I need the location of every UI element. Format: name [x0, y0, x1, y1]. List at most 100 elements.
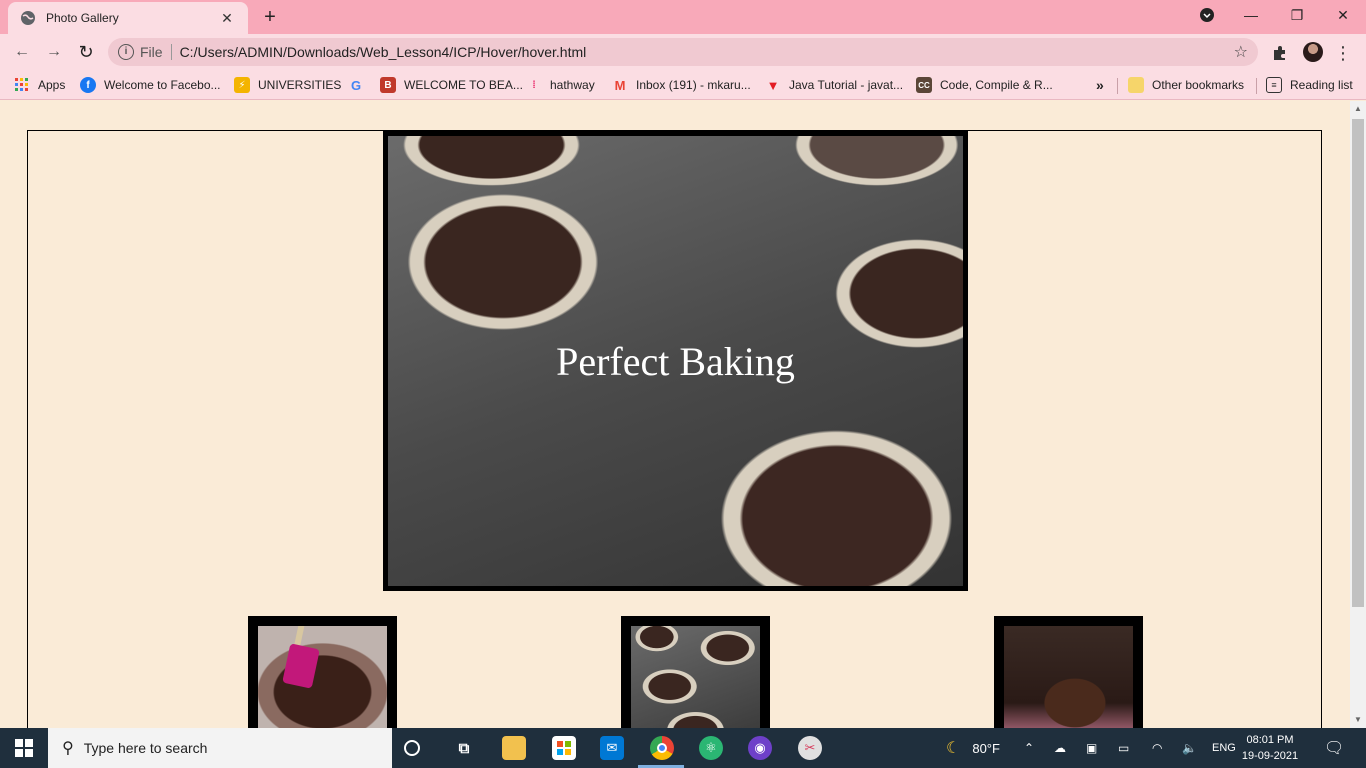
universities-icon: ⚡: [234, 77, 250, 93]
browser-title-bar: Photo Gallery ✕ + — ❐ ✕: [0, 0, 1366, 34]
bookmark-codechef[interactable]: CC Code, Compile & R...: [916, 76, 1053, 94]
bookmark-label: Inbox (191) - mkaru...: [636, 78, 751, 92]
bookmark-label: UNIVERSITIES: [258, 78, 342, 92]
forward-button[interactable]: →: [42, 40, 66, 64]
search-placeholder: Type here to search: [83, 740, 208, 756]
bookmark-label: Code, Compile & R...: [940, 78, 1053, 92]
hero-image-frame[interactable]: Perfect Baking: [383, 131, 968, 591]
moon-icon: ☾: [946, 740, 961, 757]
chevron-up-icon: ⌃: [1024, 741, 1035, 755]
taskbar-clock[interactable]: 08:01 PM 19-09-2021: [1240, 732, 1300, 764]
cortana-icon[interactable]: [404, 740, 420, 756]
thumbnail-chocolate-cupcake[interactable]: [994, 616, 1143, 728]
volume-icon[interactable]: 🔈: [1182, 728, 1197, 768]
bookmark-hathway[interactable]: ⁞ hathway: [526, 76, 595, 94]
restore-button[interactable]: ❐: [1274, 0, 1320, 30]
folder-icon: [1128, 77, 1144, 93]
bookmarks-bar: Apps f Welcome to Facebo... ⚡ UNIVERSITI…: [0, 70, 1366, 100]
address-bar[interactable]: i File C:/Users/ADMIN/Downloads/Web_Less…: [108, 38, 1258, 66]
bookmark-facebook[interactable]: f Welcome to Facebo...: [80, 76, 221, 94]
more-bookmarks-button[interactable]: »: [1096, 76, 1104, 94]
chrome-icon[interactable]: [650, 736, 674, 760]
reload-button[interactable]: ↻: [74, 40, 98, 64]
back-button[interactable]: ←: [10, 40, 34, 64]
globe-icon: [20, 10, 36, 26]
javatpoint-icon: ▼: [766, 77, 780, 93]
photo-gallery-container: Perfect Baking: [27, 130, 1322, 728]
reading-list-button[interactable]: ≡ Reading list: [1266, 76, 1353, 94]
bookmark-google[interactable]: G: [348, 76, 372, 94]
tab-photo-gallery[interactable]: Photo Gallery ✕: [8, 2, 248, 34]
site-info-icon[interactable]: i: [118, 44, 134, 60]
bookmark-label: Other bookmarks: [1152, 78, 1245, 92]
wifi-icon[interactable]: ◠: [1152, 728, 1162, 768]
windows-logo-icon: [15, 739, 33, 757]
bookmark-apps[interactable]: Apps: [14, 76, 65, 94]
facebook-icon: f: [80, 77, 96, 93]
onedrive-warning-icon[interactable]: ☁: [1054, 728, 1066, 768]
tab-title: Photo Gallery: [46, 11, 119, 25]
bookmark-universities[interactable]: ⚡ UNIVERSITIES: [234, 76, 341, 94]
show-hidden-icons-button[interactable]: ⌃: [1024, 728, 1034, 768]
page-viewport: Perfect Baking: [0, 101, 1350, 728]
thumbnail-batter-mixing[interactable]: [248, 616, 397, 728]
bookmark-bea[interactable]: B WELCOME TO BEA...: [380, 76, 523, 94]
bookmark-other-folder[interactable]: Other bookmarks: [1128, 76, 1244, 94]
new-tab-button[interactable]: +: [258, 6, 282, 28]
clock-date: 19-09-2021: [1241, 750, 1299, 762]
bookmark-gmail[interactable]: M Inbox (191) - mkaru...: [612, 76, 751, 94]
bookmark-label: WELCOME TO BEA...: [404, 78, 523, 92]
codechef-icon: CC: [916, 77, 932, 93]
mail-icon[interactable]: ✉: [600, 736, 624, 760]
scroll-down-arrow-icon[interactable]: ▼: [1350, 712, 1366, 728]
hathway-icon: ⁞: [532, 79, 536, 91]
google-icon: G: [350, 77, 362, 93]
scrollbar-thumb[interactable]: [1352, 119, 1364, 607]
reading-list-label: Reading list: [1290, 78, 1353, 92]
battery-icon[interactable]: ▭: [1118, 728, 1129, 768]
apps-grid-icon: [14, 77, 30, 93]
bookmark-javatpoint[interactable]: ▼ Java Tutorial - javat...: [765, 76, 903, 94]
spatula: [282, 643, 320, 689]
task-view-icon[interactable]: ⧉: [452, 736, 476, 760]
bookmark-label: Welcome to Facebo...: [104, 78, 221, 92]
extensions-puzzle-icon[interactable]: [1269, 42, 1291, 64]
thumbnail-cupcake-tray[interactable]: [621, 616, 770, 728]
bookmarks-divider: [1256, 78, 1257, 94]
scroll-up-arrow-icon[interactable]: ▲: [1350, 101, 1366, 117]
reading-list-icon: ≡: [1266, 77, 1282, 93]
url-scheme-label: File: [140, 44, 172, 60]
page-scrollbar[interactable]: ▲ ▼: [1350, 101, 1366, 728]
taskbar-search-box[interactable]: ⚲ Type here to search: [48, 728, 392, 768]
bookmark-star-icon[interactable]: ☆: [1234, 42, 1248, 62]
language-indicator[interactable]: ENG: [1212, 728, 1236, 768]
url-text[interactable]: C:/Users/ADMIN/Downloads/Web_Lesson4/ICP…: [180, 44, 1234, 60]
notifications-icon[interactable]: 🗨: [1324, 728, 1344, 768]
windows-taskbar: ⚲ Type here to search ⧉ ✉ ⚛ ◉ ✂ ☾ 80°F ⌃…: [0, 728, 1366, 768]
microsoft-store-icon[interactable]: [552, 736, 576, 760]
bea-icon: B: [380, 77, 396, 93]
gmail-icon: M: [614, 77, 626, 93]
tab-close-icon[interactable]: ✕: [218, 10, 236, 27]
clock-time: 08:01 PM: [1246, 734, 1294, 746]
search-icon: ⚲: [62, 740, 74, 757]
profile-avatar[interactable]: [1303, 42, 1323, 62]
bookmarks-divider: [1117, 78, 1118, 94]
github-desktop-icon[interactable]: ◉: [748, 736, 772, 760]
browser-menu-icon[interactable]: ⋮: [1332, 42, 1354, 64]
bookmark-label: Java Tutorial - javat...: [789, 78, 904, 92]
start-button[interactable]: [0, 728, 48, 768]
meet-now-icon[interactable]: ▣: [1086, 728, 1097, 768]
hero-caption: Perfect Baking: [556, 339, 795, 384]
weather-temperature: 80°F: [972, 740, 1000, 756]
bookmark-label: Apps: [38, 78, 66, 92]
weather-widget[interactable]: ☾ 80°F: [946, 728, 1000, 768]
bookmark-label: hathway: [550, 78, 595, 92]
profile-menu-button[interactable]: [1184, 0, 1230, 30]
minimize-button[interactable]: —: [1228, 0, 1274, 30]
close-window-button[interactable]: ✕: [1320, 0, 1366, 30]
browser-toolbar: ← → ↻ i File C:/Users/ADMIN/Downloads/We…: [0, 34, 1366, 70]
file-explorer-icon[interactable]: [502, 736, 526, 760]
snipping-tool-icon[interactable]: ✂: [798, 736, 822, 760]
atom-icon[interactable]: ⚛: [699, 736, 723, 760]
